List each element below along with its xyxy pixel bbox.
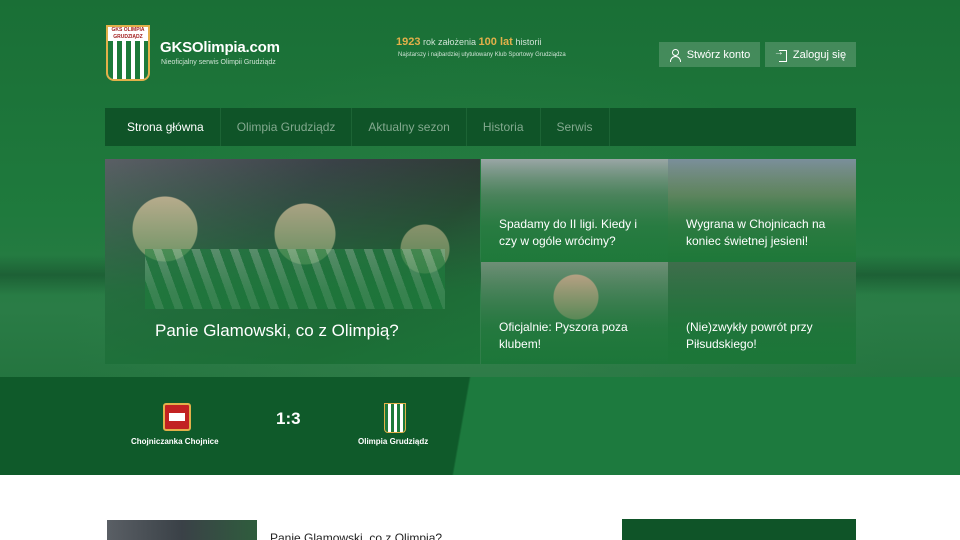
tile-title: Spadamy do II ligi. Kiedy i czy w ogóle … <box>499 217 638 248</box>
main-article-title: Panie Glamowski, co z Olimpią? <box>155 321 399 340</box>
featured-tile-relegation[interactable]: Spadamy do II ligi. Kiedy i czy w ogóle … <box>481 159 668 262</box>
nav-item-history[interactable]: Historia <box>467 108 541 146</box>
login-button[interactable]: Zaloguj się <box>765 42 856 67</box>
away-team-crest <box>384 403 406 433</box>
club-logo[interactable]: GKS OLIMPIA GRUDZIĄDZ <box>106 25 150 81</box>
site-subtitle: Nieoficjalny serwis Olimpii Grudziądz <box>161 59 276 66</box>
nav-item-season[interactable]: Aktualny sezon <box>352 108 467 146</box>
history-years-text: historii <box>515 37 542 47</box>
featured-tile-win[interactable]: Wygrana w Chojnicach na koniec świetnej … <box>668 159 856 262</box>
logo-stripes <box>108 41 148 79</box>
nav-item-home[interactable]: Strona główna <box>105 108 221 146</box>
main-nav: Strona główna Olimpia Grudziądz Aktualny… <box>105 108 856 146</box>
featured-main-article[interactable]: Panie Glamowski, co z Olimpią? <box>105 159 480 364</box>
login-icon <box>774 47 787 62</box>
latest-article-title[interactable]: Panie Glamowski, co z Olimpią? <box>270 531 442 540</box>
register-label: Stwórz konto <box>686 48 751 61</box>
home-team-name[interactable]: Chojniczanka Chojnice <box>131 437 219 446</box>
logo-text: GKS OLIMPIA GRUDZIĄDZ <box>108 27 148 41</box>
sidebar-box <box>622 519 856 540</box>
tile-title: Oficjalnie: Pyszora poza klubem! <box>499 320 628 351</box>
history-years: 100 lat <box>478 36 513 48</box>
register-button[interactable]: Stwórz konto <box>659 42 760 67</box>
user-icon <box>669 48 681 62</box>
nav-item-service[interactable]: Serwis <box>541 108 610 146</box>
site-title[interactable]: GKSOlimpia.com <box>160 39 280 56</box>
latest-article-thumbnail[interactable] <box>107 520 257 540</box>
match-result-band <box>0 377 960 475</box>
nav-item-club[interactable]: Olimpia Grudziądz <box>221 108 353 146</box>
featured-tile-pyszora[interactable]: Oficjalnie: Pyszora poza klubem! <box>481 262 668 364</box>
founding-year: 1923 <box>396 36 421 48</box>
tile-title: (Nie)zwykły powrót przy Piłsudskiego! <box>686 320 813 351</box>
tile-title: Wygrana w Chojnicach na koniec świetnej … <box>686 217 826 248</box>
home-team-crest <box>163 403 191 431</box>
founding-year-text: rok założenia <box>423 37 477 47</box>
tagline-subtitle: Najstarszy i najbardziej utytułowany Klu… <box>398 52 566 58</box>
login-label: Zaloguj się <box>792 48 847 61</box>
founding-tagline: 1923 rok założenia 100 lat historii <box>396 36 541 48</box>
away-team-name[interactable]: Olimpia Grudziądz <box>358 437 428 446</box>
featured-tile-return[interactable]: (Nie)zwykły powrót przy Piłsudskiego! <box>668 262 856 364</box>
match-score[interactable]: 1:3 <box>276 409 301 429</box>
